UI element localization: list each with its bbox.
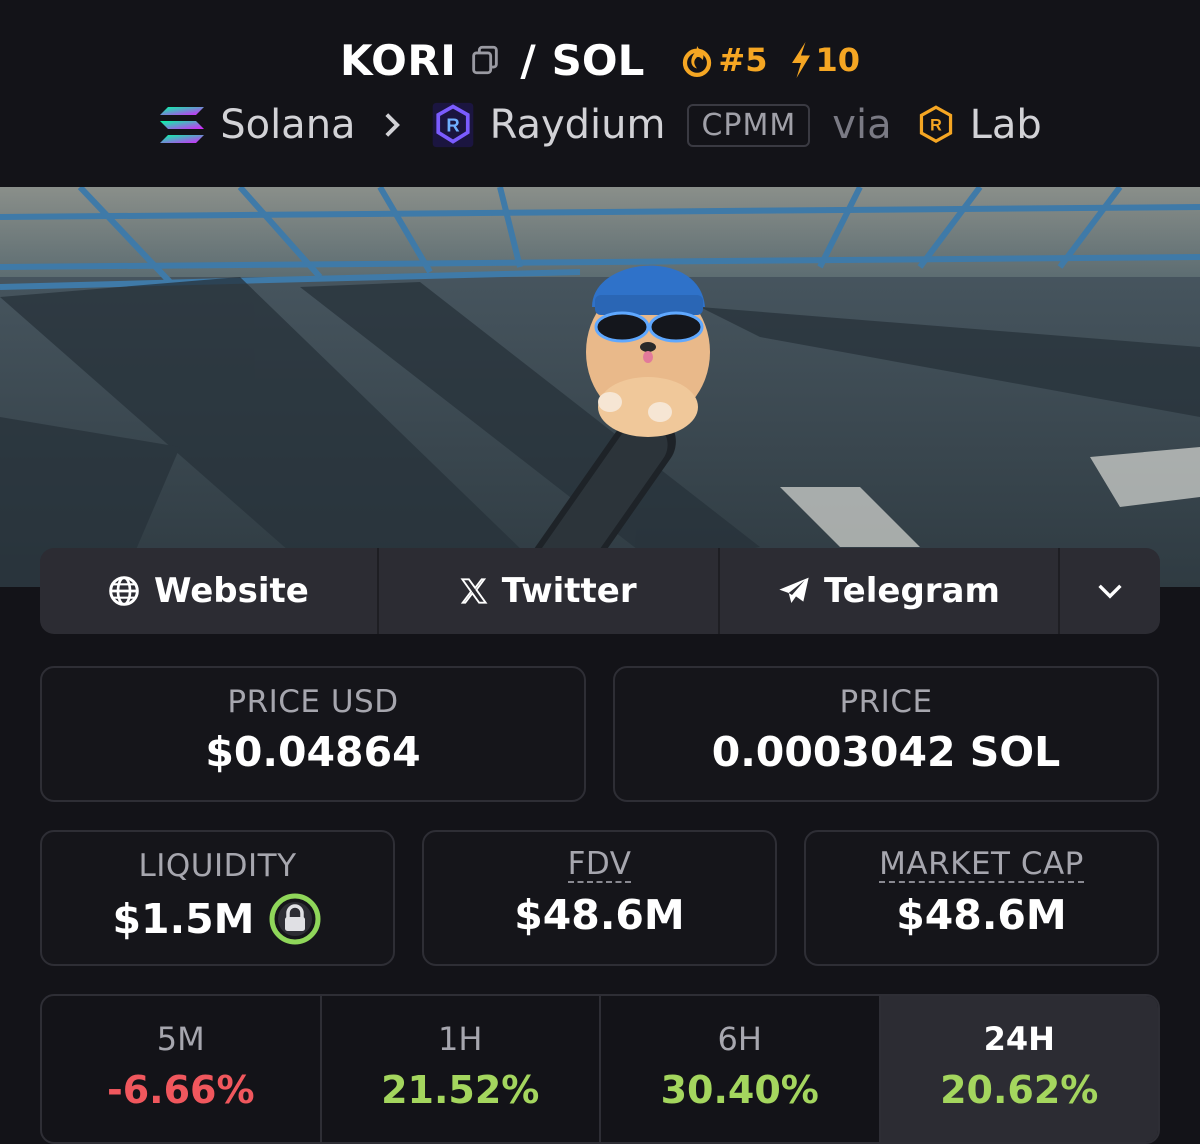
flame-icon <box>683 45 712 77</box>
tab-24h-period: 24H <box>983 1020 1055 1058</box>
twitter-link-label: Twitter <box>501 571 637 611</box>
launchpad-name[interactable]: Lab <box>970 102 1042 148</box>
tab-5m-change: -6.66% <box>106 1068 255 1112</box>
x-logo-icon <box>460 578 488 604</box>
price-change-tabs: 5M -6.66% 1H 21.52% 6H 30.40% 24H 20.62% <box>40 994 1160 1144</box>
market-cap-card[interactable]: MARKET CAP $48.6M <box>804 830 1159 966</box>
trending-rank[interactable]: #5 <box>680 41 767 79</box>
chevron-right-icon <box>382 112 402 138</box>
boost-count-value: 10 <box>815 41 860 79</box>
svg-text:R: R <box>930 117 942 135</box>
dex-name[interactable]: Raydium <box>490 102 666 148</box>
trending-rank-value: #5 <box>718 41 768 79</box>
price-native-value: 0.0003042 SOL <box>711 728 1061 776</box>
lock-icon[interactable] <box>268 892 322 946</box>
tab-24h-change: 20.62% <box>940 1068 1099 1112</box>
token-header: KORI / SOL #5 10 Solana R Raydium CPMM v… <box>0 0 1200 187</box>
tab-6h[interactable]: 6H 30.40% <box>601 996 881 1142</box>
pool-type-badge: CPMM <box>687 103 811 147</box>
solana-logo-icon <box>160 107 205 143</box>
copy-icon[interactable] <box>468 43 502 77</box>
fdv-card[interactable]: FDV $48.6M <box>422 830 777 966</box>
fdv-value: $48.6M <box>514 890 685 939</box>
chain-name[interactable]: Solana <box>220 102 355 148</box>
telegram-icon <box>779 577 809 603</box>
liquidity-label: LIQUIDITY <box>138 848 297 884</box>
chain-breadcrumb: Solana R Raydium CPMM via R Lab <box>0 96 1200 154</box>
token-banner-image <box>0 187 1200 587</box>
pair-title-row: KORI / SOL #5 10 <box>0 30 1200 90</box>
tab-1h-period: 1H <box>438 1020 483 1058</box>
tab-24h[interactable]: 24H 20.62% <box>880 996 1158 1142</box>
liquidity-card: LIQUIDITY $1.5M <box>40 830 395 966</box>
twitter-link[interactable]: Twitter <box>379 548 720 634</box>
telegram-link[interactable]: Telegram <box>720 548 1061 634</box>
website-link-label: Website <box>153 571 309 611</box>
svg-text:R: R <box>446 114 459 135</box>
price-usd-label: PRICE USD <box>227 684 399 720</box>
website-link[interactable]: Website <box>40 548 379 634</box>
price-native-card: PRICE 0.0003042 SOL <box>613 666 1159 802</box>
tab-5m-period: 5M <box>156 1020 205 1058</box>
boost-count[interactable]: 10 <box>787 41 860 79</box>
base-token-symbol: KORI <box>339 35 457 85</box>
launchpad-logo-icon: R <box>919 105 952 144</box>
raydium-logo-icon: R <box>432 102 473 148</box>
liquidity-value-row: $1.5M <box>113 892 323 946</box>
via-label: via <box>832 102 892 148</box>
price-native-label: PRICE <box>839 684 933 720</box>
tab-6h-period: 6H <box>717 1020 762 1058</box>
market-cap-value: $48.6M <box>896 890 1067 939</box>
telegram-link-label: Telegram <box>824 571 1000 611</box>
chevron-down-icon <box>1098 584 1122 599</box>
tab-1h-change: 21.52% <box>381 1068 540 1112</box>
tab-5m[interactable]: 5M -6.66% <box>42 996 322 1142</box>
quote-token-symbol: SOL <box>551 35 645 85</box>
price-usd-card: PRICE USD $0.04864 <box>40 666 586 802</box>
bolt-icon <box>792 42 811 78</box>
market-cap-label: MARKET CAP <box>879 846 1084 883</box>
pair-separator: / <box>520 35 536 85</box>
fdv-label: FDV <box>567 846 632 883</box>
tab-1h[interactable]: 1H 21.52% <box>322 996 601 1142</box>
liquidity-value: $1.5M <box>112 895 255 943</box>
tab-6h-change: 30.40% <box>660 1068 819 1112</box>
globe-icon <box>109 576 139 606</box>
more-links-button[interactable] <box>1060 548 1160 634</box>
social-links-bar: Website Twitter Telegram <box>40 548 1160 634</box>
price-usd-value: $0.04864 <box>205 728 421 776</box>
